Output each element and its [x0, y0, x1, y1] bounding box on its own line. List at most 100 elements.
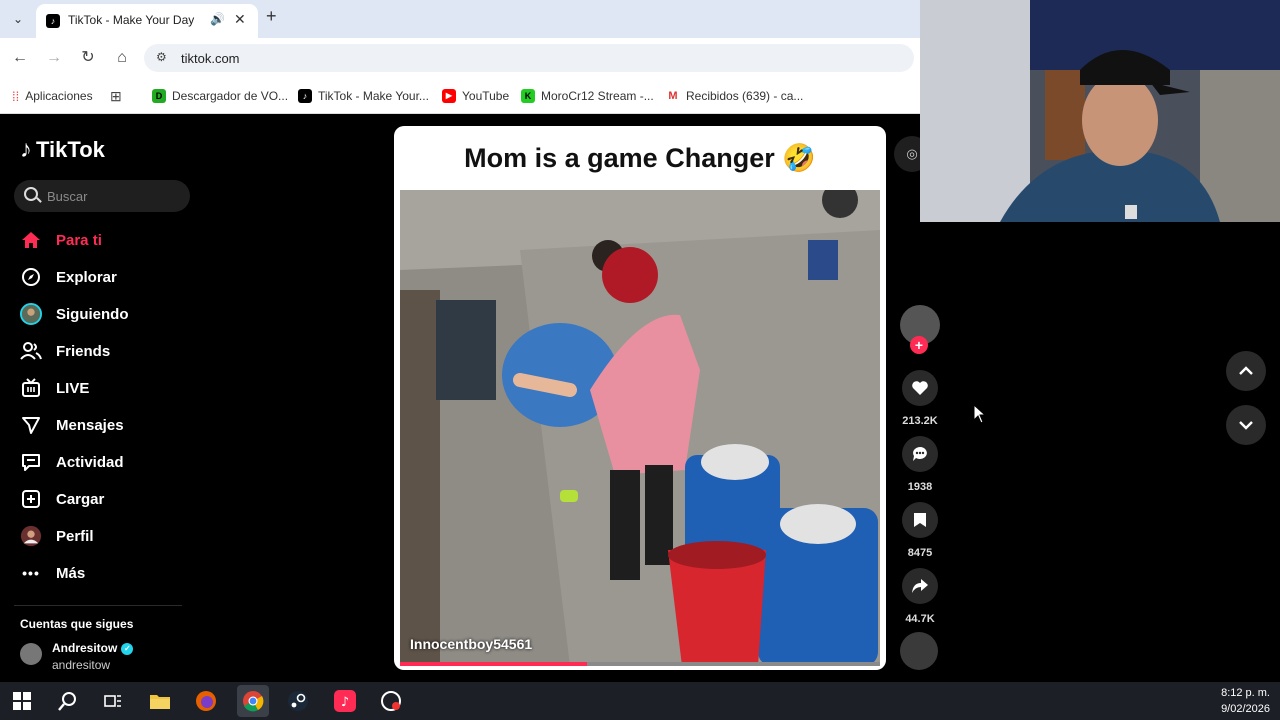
gmail-icon: M: [666, 89, 680, 103]
browser-tab[interactable]: ♪ TikTok - Make Your Day 🔊 ✕: [36, 4, 258, 38]
downloader-icon: D: [152, 89, 166, 103]
search-icon[interactable]: [24, 187, 38, 201]
kick-icon: K: [521, 89, 535, 103]
nav-label: Perfil: [56, 527, 94, 545]
share-button[interactable]: [902, 568, 938, 604]
webcam-overlay: [920, 0, 1280, 222]
taskbar-search-icon[interactable]: [52, 685, 84, 717]
apps-grid-icon: ⁞⁞: [12, 88, 20, 104]
activity-icon: [20, 451, 42, 473]
bookmarks-bar: ⁞⁞ Aplicaciones ⊞ D Descargador de VO...…: [0, 78, 920, 114]
bookmark-youtube[interactable]: ▶ YouTube: [442, 87, 509, 105]
comment-icon: [913, 447, 927, 461]
nav-item-explorar[interactable]: Explorar: [20, 264, 117, 290]
video-caption: Mom is a game Changer 🤣: [464, 143, 816, 173]
firefox-icon[interactable]: [190, 685, 222, 717]
save-button[interactable]: [902, 502, 938, 538]
following-section-title: Cuentas que sigues: [20, 617, 134, 631]
bookmark-label: YouTube: [462, 89, 510, 103]
mouse-cursor-icon: [973, 404, 987, 424]
search-box[interactable]: [14, 180, 190, 212]
bookmark-tiktok[interactable]: ♪ TikTok - Make Your...: [298, 87, 429, 105]
nav-item-mensajes[interactable]: Mensajes: [20, 412, 124, 438]
tab-title: TikTok - Make Your Day: [68, 13, 195, 27]
nav-item-cargar[interactable]: Cargar: [20, 486, 104, 512]
search-input[interactable]: [47, 186, 187, 206]
nav-item-siguiendo[interactable]: Siguiendo: [20, 301, 129, 327]
nav-item-live[interactable]: LIVE: [20, 375, 89, 401]
video-progress-bar[interactable]: [400, 662, 880, 666]
heart-icon: [912, 381, 928, 395]
video-frame-illustration: [400, 190, 880, 666]
nav-item-actividad[interactable]: Actividad: [20, 449, 124, 475]
windows-start-icon[interactable]: [6, 685, 38, 717]
file-explorer-icon[interactable]: [144, 685, 176, 717]
bookmark-kick[interactable]: K MoroCr12 Stream -...: [521, 87, 654, 105]
video-card[interactable]: Mom is a game Changer 🤣 Innocentboy54561: [394, 126, 886, 670]
reload-icon[interactable]: ↻: [78, 48, 98, 68]
video-author[interactable]: Innocentboy54561: [410, 636, 532, 652]
account-name: Andresitow ✓: [52, 641, 134, 655]
previous-video-button[interactable]: [1226, 351, 1266, 391]
tiktok-logo[interactable]: ♪ TikTok: [20, 136, 105, 164]
nav-item-mas[interactable]: ••• Más: [20, 560, 85, 586]
url-text[interactable]: tiktok.com: [181, 51, 240, 66]
home-icon[interactable]: ⌂: [112, 48, 132, 68]
nav-item-friends[interactable]: Friends: [20, 338, 110, 364]
nav-label: LIVE: [56, 379, 90, 397]
back-arrow-icon[interactable]: ←: [10, 48, 30, 68]
forward-arrow-icon[interactable]: →: [44, 48, 64, 68]
send-icon: [20, 414, 42, 436]
account-name-text: Andresitow: [52, 641, 118, 655]
music-disc-icon[interactable]: [900, 632, 938, 670]
bookmark-apps[interactable]: ⁞⁞ Aplicaciones: [12, 87, 93, 105]
bookmark-grid[interactable]: ⊞: [110, 87, 122, 105]
steam-icon[interactable]: [282, 685, 314, 717]
bookmark-label: MoroCr12 Stream -...: [541, 89, 654, 103]
site-settings-icon[interactable]: ⚙: [156, 50, 167, 64]
svg-text:♪: ♪: [341, 695, 349, 710]
chrome-icon[interactable]: [237, 685, 269, 717]
tiktok-favicon-icon: ♪: [46, 14, 60, 28]
grid-icon: ⊞: [110, 87, 122, 104]
speaker-icon[interactable]: 🔊: [210, 12, 225, 26]
nav-item-para-ti[interactable]: Para ti: [20, 227, 102, 253]
new-tab-button[interactable]: +: [266, 6, 277, 27]
clock-time: 8:12 p. m.: [1221, 687, 1270, 699]
task-view-icon[interactable]: [97, 685, 129, 717]
comment-count: 1938: [907, 481, 933, 493]
logo-text: TikTok: [36, 137, 105, 162]
next-video-button[interactable]: [1226, 405, 1266, 445]
tiktok-app-icon[interactable]: ♪: [329, 685, 361, 717]
nav-label: Mensajes: [56, 416, 124, 434]
more-icon: •••: [22, 565, 40, 581]
bookmark-downloader[interactable]: D Descargador de VO...: [152, 87, 288, 105]
profile-avatar-icon: [20, 525, 42, 547]
address-toolbar: ← → ↻ ⌂ ⚙ tiktok.com: [0, 38, 920, 78]
verified-badge-icon: ✓: [121, 642, 134, 655]
taskbar-clock[interactable]: 8:12 p. m. 9/02/2026: [1221, 685, 1270, 717]
account-handle: andresitow: [52, 658, 111, 672]
bookmark-gmail[interactable]: M Recibidos (639) - ca...: [666, 87, 803, 105]
divider: [14, 605, 182, 606]
following-account[interactable]: Andresitow ✓ andresitow: [20, 641, 220, 673]
tiktok-icon: ♪: [298, 89, 312, 103]
like-button[interactable]: [902, 370, 938, 406]
address-bar[interactable]: ⚙ tiktok.com: [144, 44, 914, 72]
nav-label: Explorar: [56, 268, 117, 286]
live-icon: [20, 377, 42, 399]
recorder-app-icon[interactable]: [375, 685, 407, 717]
bookmark-icon: [914, 513, 926, 527]
video-player[interactable]: Innocentboy54561: [400, 190, 880, 666]
bookmark-label: Descargador de VO...: [172, 89, 289, 103]
following-avatar-icon: [20, 303, 42, 325]
bookmark-label: TikTok - Make Your...: [318, 89, 429, 103]
webcam-illustration: [920, 0, 1280, 222]
compass-icon: [20, 266, 42, 288]
nav-item-perfil[interactable]: Perfil: [20, 523, 94, 549]
clock-date: 9/02/2026: [1221, 703, 1270, 715]
follow-plus-icon[interactable]: +: [910, 336, 928, 354]
tab-search-button[interactable]: ⌄: [6, 8, 30, 30]
comment-button[interactable]: [902, 436, 938, 472]
close-tab-icon[interactable]: ✕: [234, 11, 246, 28]
